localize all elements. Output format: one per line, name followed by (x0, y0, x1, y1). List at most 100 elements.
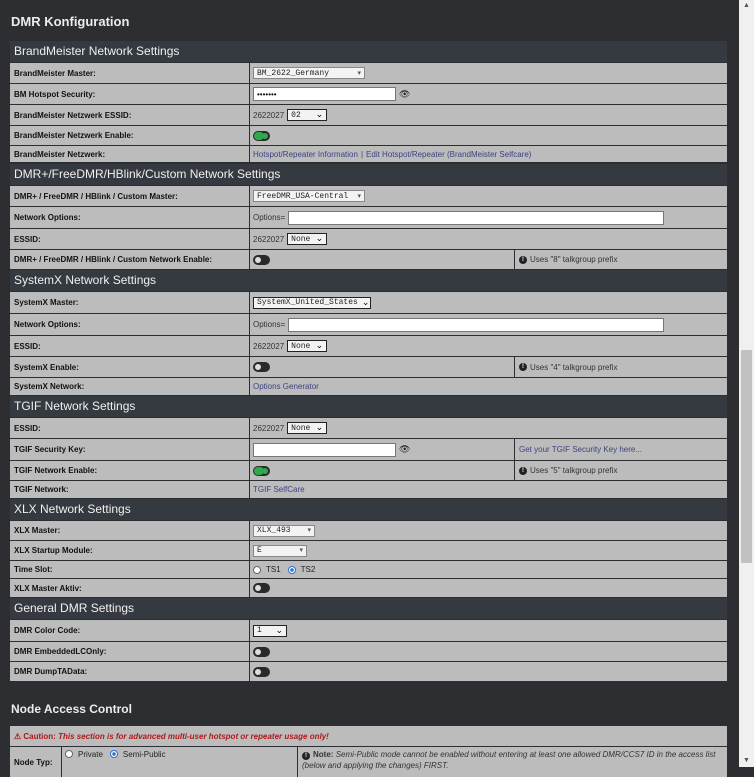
note-strong: Note: (313, 750, 334, 759)
info-icon: ! (519, 363, 527, 371)
bm-security-input[interactable]: ••••••• (253, 87, 396, 101)
bm-enable-toggle[interactable] (253, 130, 270, 141)
tgif-network-label: TGIF Network: (10, 481, 250, 498)
dmrplus-options-label: Network Options: (10, 207, 250, 228)
scroll-thumb[interactable] (741, 350, 752, 563)
tgif-selfcare-link[interactable]: TGIF SelfCare (253, 485, 305, 494)
eye-icon[interactable]: 👁 (399, 89, 410, 100)
chevron-down-icon: ⌄ (315, 341, 324, 351)
xlx-section: XLX Network Settings XLX Master: XLX_493… (10, 499, 727, 597)
systemx-essid-label: ESSID: (10, 336, 250, 356)
xlx-master-label: XLX Master: (10, 521, 250, 540)
bm-network-label: BrandMeister Netzwerk: (10, 146, 250, 162)
color-code-select[interactable]: 1 ⌄ (253, 624, 287, 637)
scroll-down-icon[interactable]: ▼ (739, 755, 754, 767)
systemx-options-input[interactable] (288, 317, 665, 332)
ts1-label: TS1 (266, 565, 281, 574)
bm-enable-label: BrandMeister Netzwerk Enable: (10, 126, 250, 145)
link-separator: | (360, 149, 364, 159)
essid-prefix: 2622027 (253, 234, 285, 244)
chevron-down-icon: ⌄ (315, 234, 324, 244)
bm-security-label: BM Hotspot Security: (10, 84, 250, 104)
essid-prefix: 2622027 (253, 341, 285, 351)
info-icon: ! (519, 466, 527, 475)
systemx-section: SystemX Network Settings SystemX Master:… (10, 270, 727, 395)
note-text: Semi-Public mode cannot be enabled witho… (302, 750, 716, 770)
tgif-section: TGIF Network Settings ESSID: 2622027 None… (10, 396, 727, 498)
xlx-aktiv-toggle[interactable] (253, 583, 270, 593)
section-title: General DMR Settings (10, 598, 727, 619)
general-section: General DMR Settings DMR Color Code: 1 ⌄ … (10, 598, 727, 681)
talkgroup-note: Uses "4" talkgroup prefix (530, 362, 618, 372)
tgif-essid-label: ESSID: (10, 418, 250, 438)
xlx-module-select[interactable]: E ▾ (253, 544, 307, 557)
page-scrollbar[interactable]: ▲ ▼ (739, 0, 754, 767)
bm-selfcare-link[interactable]: Edit Hotspot/Repeater (BrandMeister Self… (366, 150, 531, 159)
embedded-toggle[interactable] (253, 646, 270, 657)
options-prefix: Options= (253, 320, 286, 329)
bm-master-select[interactable]: BM_2622_Germany ▾ (253, 67, 365, 79)
chevron-down-icon: ▾ (357, 192, 361, 201)
info-icon: ! (519, 255, 527, 264)
systemx-master-select[interactable]: SystemX_United_States ⌄ (253, 296, 371, 309)
systemx-essid-select[interactable]: None ⌄ (287, 340, 328, 352)
xlx-aktiv-label: XLX Master Aktiv: (10, 579, 250, 597)
essid-prefix: 2622027 (253, 423, 285, 433)
systemx-enable-label: SystemX Enable: (10, 357, 250, 377)
xlx-master-select[interactable]: XLX_493 ▾ (253, 524, 315, 537)
warning-icon: ⚠ (14, 731, 24, 741)
dmrplus-enable-label: DMR+ / FreeDMR / HBlink / Custom Network… (10, 250, 250, 269)
caution-strong: Caution: (23, 731, 56, 741)
systemx-options-label: Network Options: (10, 314, 250, 335)
section-title: DMR+/FreeDMR/HBlink/Custom Network Setti… (10, 164, 727, 185)
eye-icon[interactable]: 👁 (399, 444, 410, 455)
bm-essid-select[interactable]: 02 ⌄ (287, 109, 328, 121)
bm-master-label: BrandMeister Master: (10, 63, 250, 83)
dmrplus-section: DMR+/FreeDMR/HBlink/Custom Network Setti… (10, 164, 727, 269)
bm-essid-label: BrandMeister Netzwerk ESSID: (10, 105, 250, 125)
scroll-up-icon[interactable]: ▲ (739, 0, 754, 12)
dmrplus-enable-toggle[interactable] (253, 254, 270, 265)
dumptadata-label: DMR DumpTAData: (10, 662, 250, 681)
talkgroup-note: Uses "8" talkgroup prefix (530, 255, 618, 264)
private-label: Private (78, 750, 103, 759)
node-access-title: Node Access Control (11, 702, 132, 716)
node-access-section: ⚠ Caution: This section is for advanced … (10, 726, 727, 777)
options-generator-link[interactable]: Options Generator (253, 382, 319, 391)
semi-public-radio[interactable] (109, 750, 118, 758)
section-title: XLX Network Settings (10, 499, 727, 520)
section-title: TGIF Network Settings (10, 396, 727, 417)
embedded-label: DMR EmbeddedLCOnly: (10, 642, 250, 661)
tgif-essid-select[interactable]: None ⌄ (287, 422, 328, 434)
systemx-master-label: SystemX Master: (10, 292, 250, 313)
dmrplus-essid-select[interactable]: None ⌄ (287, 233, 328, 245)
chevron-down-icon: ▾ (299, 547, 303, 555)
section-title: SystemX Network Settings (10, 270, 727, 291)
ts2-label: TS2 (300, 565, 316, 574)
tgif-enable-label: TGIF Network Enable: (10, 461, 250, 480)
tgif-key-input[interactable] (253, 442, 396, 457)
talkgroup-note: Uses "5" talkgroup prefix (530, 466, 618, 475)
color-code-label: DMR Color Code: (10, 620, 250, 641)
semi-public-label: Semi-Public (122, 750, 166, 759)
timeslot-label: Time Slot: (10, 561, 250, 578)
brandmeister-section: BrandMeister Network Settings BrandMeist… (10, 41, 727, 162)
private-radio[interactable] (65, 750, 73, 758)
chevron-down-icon: ⌄ (315, 110, 324, 120)
dumptadata-toggle[interactable] (253, 666, 270, 677)
hotspot-info-link[interactable]: Hotspot/Repeater Information (253, 150, 358, 159)
dmrplus-master-select[interactable]: FreeDMR_USA-Central ▾ (253, 190, 365, 202)
tgif-key-link[interactable]: Get your TGIF Security Key here... (519, 445, 642, 454)
ts2-radio[interactable] (287, 565, 296, 574)
options-prefix: Options= (253, 213, 286, 222)
caution-text: This section is for advanced multi-user … (58, 731, 329, 741)
ts1-radio[interactable] (253, 565, 261, 574)
caution-banner: ⚠ Caution: This section is for advanced … (10, 726, 727, 746)
tgif-enable-toggle[interactable] (253, 465, 270, 476)
chevron-down-icon: ⌄ (275, 625, 283, 636)
essid-prefix: 2622027 (253, 110, 285, 120)
systemx-enable-toggle[interactable] (253, 362, 270, 372)
dmrplus-options-input[interactable] (288, 210, 665, 225)
chevron-down-icon: ⌄ (315, 423, 324, 433)
info-icon: ! (302, 752, 310, 760)
